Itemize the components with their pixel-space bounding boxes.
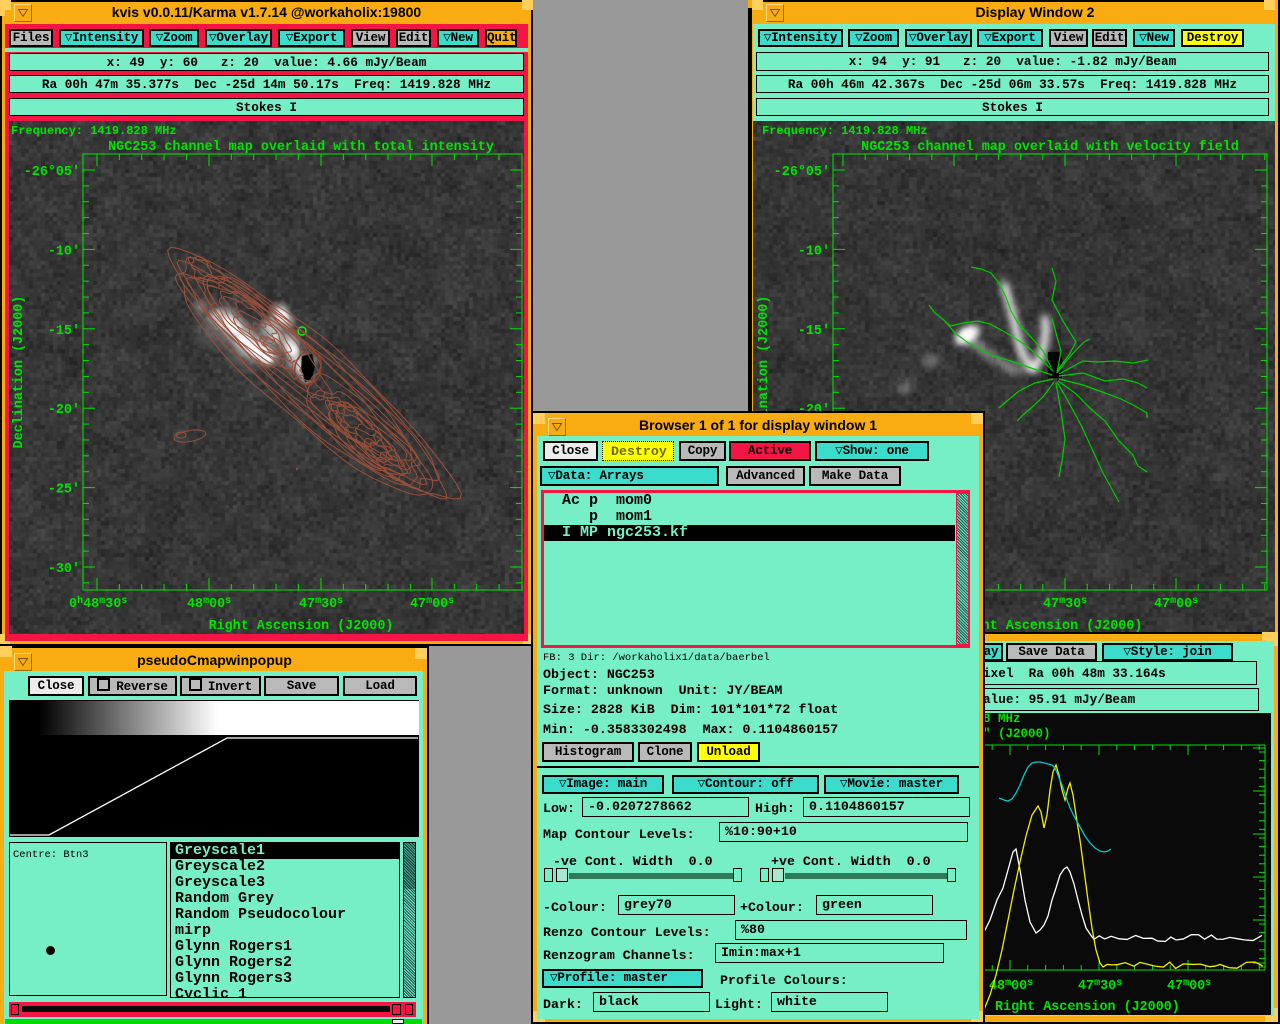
svg-text:47m​00s​: 47m​00s​ (1167, 978, 1211, 994)
svg-text:47m​00s​: 47m​00s​ (1154, 596, 1198, 612)
svg-text:48m​00s​: 48m​00s​ (187, 596, 231, 612)
svg-text:-26°05': -26°05' (24, 165, 80, 180)
svg-text:Frequency: 1419.828 MHz: Frequency: 1419.828 MHz (11, 124, 177, 138)
svg-text:-15': -15' (48, 324, 80, 339)
svg-text:-10': -10' (798, 244, 830, 259)
svg-text:-26°05': -26°05' (774, 165, 830, 180)
svg-text:47m​00s​: 47m​00s​ (410, 596, 454, 612)
svg-text:" (J2000): " (J2000) (983, 727, 1051, 741)
svg-text:Frequency: 1419.828 MHz: Frequency: 1419.828 MHz (762, 124, 928, 138)
svg-text:47m​30s​: 47m​30s​ (299, 596, 343, 612)
svg-text:47m​30s​: 47m​30s​ (1078, 978, 1122, 994)
svg-text:Right Ascension (J2000): Right Ascension (J2000) (995, 1000, 1180, 1015)
svg-text:-20': -20' (48, 403, 80, 418)
svg-text:Declination (J2000): Declination (J2000) (12, 296, 27, 449)
svg-text:-30': -30' (48, 562, 80, 577)
svg-text:-25': -25' (48, 483, 80, 498)
svg-text:-15': -15' (798, 324, 830, 339)
svg-text:8 MHz: 8 MHz (983, 712, 1021, 726)
svg-text:48m​00s​: 48m​00s​ (989, 978, 1033, 994)
svg-text:0h​48m​30s​: 0h​48m​30s​ (69, 595, 127, 612)
svg-text:NGC253 channel map overlaid wi: NGC253 channel map overlaid with total i… (108, 140, 494, 155)
svg-text:47m​30s​: 47m​30s​ (1043, 596, 1087, 612)
svg-text:NGC253 channel map overlaid wi: NGC253 channel map overlaid with velocit… (861, 140, 1239, 155)
svg-text:-10': -10' (48, 244, 80, 259)
svg-text:Right Ascension (J2000): Right Ascension (J2000) (209, 619, 394, 634)
